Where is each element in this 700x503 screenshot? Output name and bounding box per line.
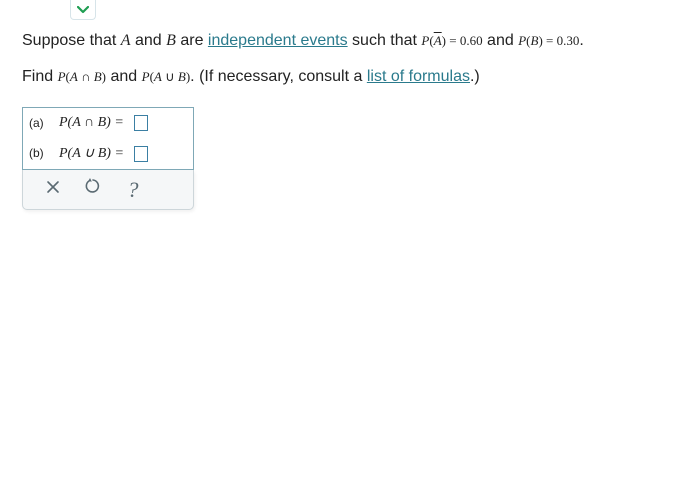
help-icon: ?	[128, 172, 139, 207]
variable-B: B	[166, 32, 176, 49]
chevron-down-icon	[77, 6, 89, 14]
math-P: P	[58, 69, 66, 84]
answer-row-a: (a) P(A ∩ B) =	[23, 108, 193, 138]
part-label-a: (a)	[29, 114, 51, 133]
prompt-line-2: Find P(A ∩ B) and P(A ∪ B). (If necessar…	[22, 64, 682, 90]
value: 0.30	[557, 33, 580, 48]
expand-button[interactable]	[70, 0, 96, 20]
answer-row-b: (b) P(A ∪ B) =	[23, 139, 193, 169]
undo-icon	[85, 177, 101, 203]
clear-button[interactable]	[33, 173, 73, 205]
text: and	[106, 68, 142, 85]
part-label-b: (b)	[29, 144, 51, 163]
expr-a: P(A ∩ B) =	[59, 112, 124, 134]
answer-input-a[interactable]	[134, 115, 148, 131]
expr-b: P(A ∪ B) =	[59, 143, 124, 165]
variable-A: A	[70, 69, 78, 84]
value: 0.60	[460, 33, 483, 48]
text: .	[579, 32, 583, 49]
answer-input-b[interactable]	[134, 146, 148, 162]
variable-A: A	[121, 32, 131, 49]
text: and	[131, 32, 167, 49]
text: .)	[470, 68, 480, 85]
variable-B: B	[178, 69, 186, 84]
text: Find	[22, 68, 58, 85]
prompt-line-1: Suppose that A and B are independent eve…	[22, 28, 682, 54]
answer-box: (a) P(A ∩ B) = (b) P(A ∪ B) =	[22, 107, 194, 170]
list-of-formulas-link[interactable]: list of formulas	[367, 68, 470, 85]
reset-button[interactable]	[73, 173, 113, 205]
variable-A: A	[154, 69, 162, 84]
equals: =	[543, 33, 557, 48]
union-op: ∪	[162, 69, 178, 84]
text: . (If necessary, consult a	[190, 68, 367, 85]
x-icon	[46, 177, 60, 203]
intersect-op: ∩	[78, 69, 94, 84]
text: such that	[348, 32, 422, 49]
text: Suppose that	[22, 32, 121, 49]
help-button[interactable]: ?	[113, 173, 153, 205]
equals: =	[446, 33, 460, 48]
answer-toolbar: ?	[22, 170, 194, 210]
A-complement: A	[434, 34, 442, 47]
text: are	[176, 32, 208, 49]
text: and	[483, 32, 519, 49]
independent-events-link[interactable]: independent events	[208, 32, 348, 49]
math-P: P	[142, 69, 150, 84]
variable-B: B	[94, 69, 102, 84]
question-body: Suppose that A and B are independent eve…	[22, 28, 682, 210]
math-P: P	[518, 33, 526, 48]
